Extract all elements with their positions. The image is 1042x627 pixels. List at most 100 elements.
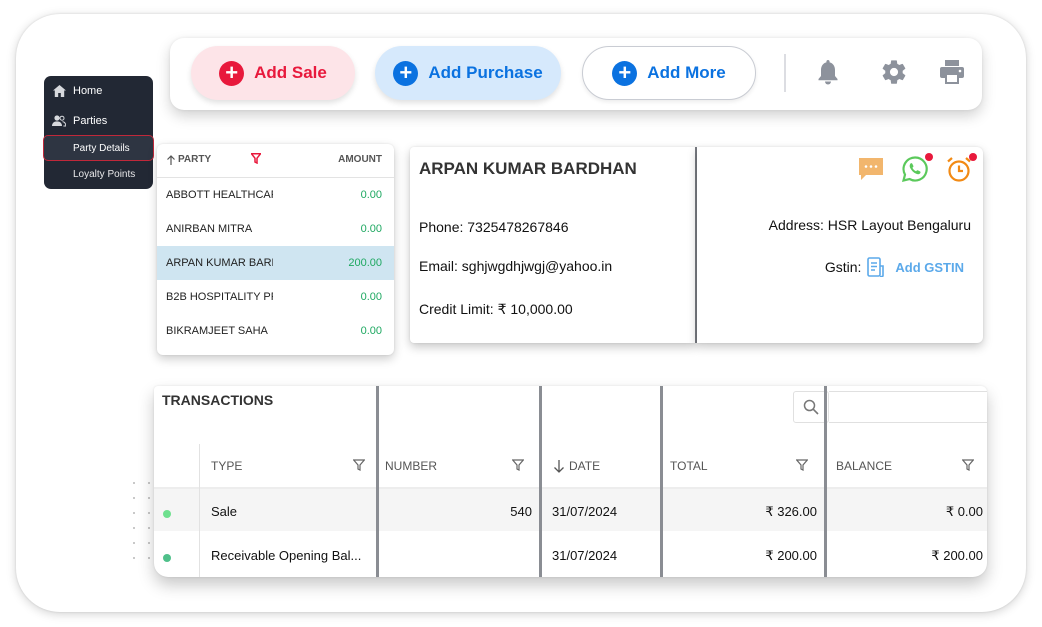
- top-toolbar: + Add Sale + Add Purchase + Add More: [170, 38, 982, 110]
- party-amount: 0.00: [360, 223, 382, 235]
- column-header-type[interactable]: TYPE: [211, 459, 242, 473]
- party-list: PARTY AMOUNT ABBOTT HEALTHCARE 0.00 ANIR…: [157, 144, 394, 355]
- column-divider[interactable]: [660, 386, 663, 577]
- add-more-label: Add More: [647, 63, 726, 82]
- party-amount: 0.00: [360, 291, 382, 303]
- party-list-header: PARTY AMOUNT: [157, 144, 394, 178]
- party-row[interactable]: ANIRBAN MITRA 0.00: [157, 212, 394, 246]
- party-amount: 0.00: [360, 189, 382, 201]
- header-label: TYPE: [211, 459, 243, 473]
- party-row[interactable]: BIKRAMJEET SAHA 0.00: [157, 314, 394, 348]
- party-amount: 0.00: [360, 325, 382, 337]
- sidebar-item-label: Loyalty Points: [73, 168, 136, 180]
- column-divider[interactable]: [376, 386, 379, 577]
- add-sale-button[interactable]: + Add Sale: [191, 46, 355, 100]
- printer-icon[interactable]: [937, 57, 967, 87]
- party-detail-card: ARPAN KUMAR BARDHAN Phone: 7325478267846…: [410, 147, 696, 343]
- sidebar-item-loyalty-points[interactable]: Loyalty Points: [44, 164, 153, 184]
- party-gstin: Gstin: Add GSTIN: [825, 257, 964, 277]
- column-header-balance[interactable]: BALANCE: [836, 459, 892, 473]
- add-purchase-button[interactable]: + Add Purchase: [375, 46, 561, 100]
- gstin-label: Gstin:: [824, 259, 862, 275]
- cell-type[interactable]: Sale: [211, 504, 237, 519]
- add-gstin-link[interactable]: Add GSTIN: [895, 260, 964, 275]
- notification-badge: [969, 153, 977, 161]
- sidebar-item-party-details[interactable]: Party Details: [43, 135, 154, 161]
- cell-date[interactable]: 31/07/2024: [552, 548, 617, 563]
- cell-balance[interactable]: ₹ 200.00: [931, 548, 983, 564]
- plus-circle-icon: +: [219, 60, 245, 86]
- sidebar-item-label: Parties: [73, 115, 108, 127]
- header-label: NUMBER: [385, 459, 438, 473]
- header-label: TOTAL: [670, 459, 708, 473]
- sidebar-item-home[interactable]: Home: [44, 80, 153, 102]
- cell-balance[interactable]: ₹ 0.00: [946, 504, 983, 520]
- party-name-title: ARPAN KUMAR BARDHAN: [419, 159, 637, 178]
- header-divider: [154, 487, 987, 489]
- filter-icon[interactable]: [961, 458, 975, 476]
- message-icon[interactable]: [857, 155, 885, 183]
- add-purchase-label: Add Purchase: [428, 63, 543, 82]
- header-label: DATE: [569, 459, 601, 473]
- party-name: ABBOTT HEALTHCARE: [166, 189, 273, 201]
- party-name: ARPAN KUMAR BARDHAN: [166, 257, 273, 269]
- status-dot: [163, 554, 171, 562]
- arrow-up-icon: [167, 154, 175, 165]
- transactions-search-input[interactable]: [829, 391, 987, 423]
- toolbar-divider: [784, 54, 786, 92]
- decorative-dot-grid: [133, 482, 153, 567]
- party-sort-header[interactable]: PARTY: [166, 154, 211, 165]
- cell-number[interactable]: 540: [510, 504, 532, 519]
- party-column-label: PARTY: [178, 154, 212, 165]
- gear-icon[interactable]: [879, 57, 909, 87]
- filter-icon[interactable]: [511, 458, 525, 476]
- header-label: BALANCE: [836, 459, 893, 473]
- bell-icon[interactable]: [813, 57, 843, 87]
- sidebar: Home Parties Party Details Loyalty Point…: [43, 76, 154, 189]
- column-header-date[interactable]: DATE: [553, 459, 600, 473]
- party-name: B2B HOSPITALITY PRIVATE: [166, 291, 273, 303]
- filter-icon[interactable]: [795, 458, 809, 476]
- reminder-alarm-icon[interactable]: [945, 153, 977, 183]
- column-divider: [199, 444, 200, 577]
- users-icon: [51, 115, 67, 127]
- gst-document-icon: [867, 257, 885, 277]
- add-more-button[interactable]: + Add More: [582, 46, 756, 100]
- column-header-number[interactable]: NUMBER: [385, 459, 437, 473]
- sidebar-item-label: Party Details: [73, 142, 130, 154]
- amount-column-label: AMOUNT: [338, 154, 382, 165]
- party-phone: Phone: 7325478267846: [419, 219, 569, 235]
- notification-badge: [925, 153, 933, 161]
- status-dot: [163, 510, 171, 518]
- party-row[interactable]: B2B HOSPITALITY PRIVATE 0.00: [157, 280, 394, 314]
- party-detail-card-right: Address: HSR Layout Bengaluru Gstin: Add…: [697, 147, 983, 343]
- filter-icon[interactable]: [249, 153, 263, 167]
- arrow-down-icon: [554, 459, 564, 473]
- party-row-selected[interactable]: ARPAN KUMAR BARDHAN 200.00: [157, 246, 394, 280]
- add-sale-label: Add Sale: [254, 63, 327, 82]
- column-header-total[interactable]: TOTAL: [670, 459, 708, 473]
- filter-icon[interactable]: [352, 458, 366, 476]
- cell-type[interactable]: Receivable Opening Bal...: [211, 548, 361, 563]
- plus-circle-icon: +: [393, 60, 419, 86]
- contact-actions: [857, 153, 977, 183]
- search-icon: [803, 399, 819, 415]
- party-credit-limit: Credit Limit: ₹ 10,000.00: [419, 301, 573, 317]
- column-divider[interactable]: [539, 386, 542, 577]
- party-address: Address: HSR Layout Bengaluru: [768, 217, 971, 233]
- party-name: ANIRBAN MITRA: [166, 223, 253, 235]
- transactions-table: TRANSACTIONS TYPE NUMBER DATE TOTAL BALA…: [154, 386, 987, 577]
- party-email: Email: sghjwgdhjwgj@yahoo.in: [419, 258, 613, 274]
- party-row[interactable]: ABBOTT HEALTHCARE 0.00: [157, 178, 394, 212]
- transactions-title: TRANSACTIONS: [162, 392, 274, 408]
- column-divider[interactable]: [824, 386, 827, 577]
- cell-total[interactable]: ₹ 200.00: [765, 548, 817, 564]
- whatsapp-icon[interactable]: [901, 153, 933, 183]
- sidebar-item-label: Home: [73, 85, 103, 97]
- cell-date[interactable]: 31/07/2024: [552, 504, 617, 519]
- party-amount: 200.00: [348, 257, 382, 269]
- sidebar-item-parties[interactable]: Parties: [44, 110, 153, 132]
- cell-total[interactable]: ₹ 326.00: [765, 504, 817, 520]
- plus-circle-icon: +: [612, 60, 638, 86]
- party-name: BIKRAMJEET SAHA: [166, 325, 268, 337]
